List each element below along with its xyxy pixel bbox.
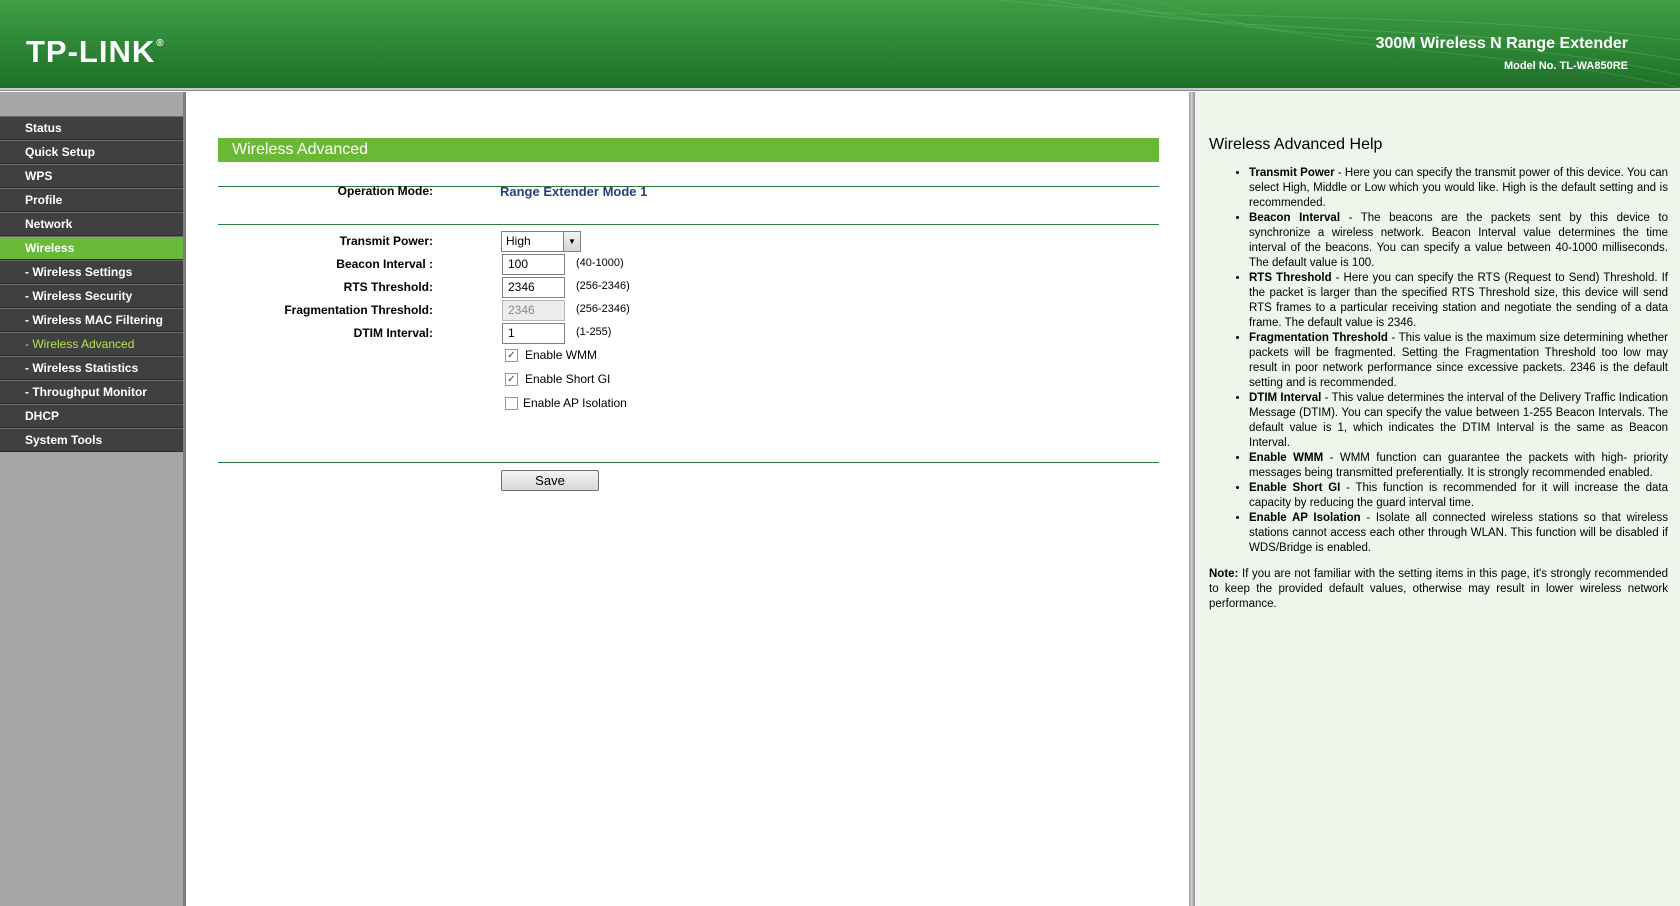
- enable-short-gi-label: Enable Short GI: [525, 372, 611, 386]
- transmit-power-select[interactable]: High ▼: [501, 231, 581, 252]
- sidebar-item-wireless-advanced[interactable]: - Wireless Advanced: [0, 332, 183, 356]
- chevron-down-icon[interactable]: ▼: [563, 232, 580, 251]
- header-banner: TP-LINK® 300M Wireless N Range Extender …: [0, 0, 1680, 88]
- sidebar-item-system-tools[interactable]: System Tools: [0, 428, 183, 452]
- enable-ap-isolation-checkbox[interactable]: [505, 397, 518, 410]
- fragmentation-threshold-range: (256-2346): [576, 303, 630, 315]
- sidebar-item-profile[interactable]: Profile: [0, 188, 183, 212]
- help-term: Transmit Power: [1249, 167, 1335, 179]
- operation-mode-value: Range Extender Mode 1: [500, 184, 648, 199]
- help-term: Beacon Interval: [1249, 212, 1341, 224]
- dtim-interval-range: (1-255): [576, 326, 612, 338]
- help-list: Transmit Power - Here you can specify th…: [1209, 166, 1668, 556]
- registered-mark: ®: [156, 38, 165, 49]
- fragmentation-threshold-input: 2346: [502, 300, 565, 321]
- tp-link-logo: TP-LINK®: [26, 34, 165, 70]
- help-term: Enable Short GI: [1249, 482, 1341, 494]
- model-number: Model No. TL-WA850RE: [1503, 60, 1628, 72]
- main-panel: Wireless Advanced Operation Mode: Range …: [189, 92, 1189, 906]
- help-item-rts-threshold: RTS Threshold - Here you can specify the…: [1249, 271, 1668, 331]
- dtim-interval-label: DTIM Interval:: [353, 326, 433, 340]
- sidebar-item-quick-setup[interactable]: Quick Setup: [0, 140, 183, 164]
- dtim-interval-input[interactable]: 1: [502, 323, 565, 344]
- enable-ap-isolation-label: Enable AP Isolation: [523, 396, 627, 410]
- help-term: Fragmentation Threshold: [1249, 332, 1388, 344]
- sidebar-item-wps[interactable]: WPS: [0, 164, 183, 188]
- sidebar-item-wireless-security[interactable]: - Wireless Security: [0, 284, 183, 308]
- help-term: Enable AP Isolation: [1249, 512, 1361, 524]
- sidebar-item-throughput-monitor[interactable]: - Throughput Monitor: [0, 380, 183, 404]
- sidebar-item-wireless[interactable]: Wireless: [0, 236, 183, 260]
- sidebar-item-wireless-settings[interactable]: - Wireless Settings: [0, 260, 183, 284]
- header-divider: [0, 88, 1680, 91]
- sidebar-item-wireless-mac-filtering[interactable]: - Wireless MAC Filtering: [0, 308, 183, 332]
- beacon-interval-label: Beacon Interval :: [336, 257, 433, 271]
- help-item-enable-short-gi: Enable Short GI - This function is recom…: [1249, 481, 1668, 511]
- beacon-interval-input[interactable]: 100: [502, 254, 565, 275]
- help-item-enable-wmm: Enable WMM - WMM function can guarantee …: [1249, 451, 1668, 481]
- save-button[interactable]: Save: [501, 470, 599, 491]
- rts-threshold-label: RTS Threshold:: [343, 280, 433, 294]
- help-term: RTS Threshold: [1249, 272, 1332, 284]
- help-title: Wireless Advanced Help: [1209, 136, 1383, 153]
- divider-line: [218, 224, 1159, 225]
- divider-line: [218, 462, 1159, 463]
- help-item-transmit-power: Transmit Power - Here you can specify th…: [1249, 166, 1668, 211]
- rts-threshold-input[interactable]: 2346: [502, 277, 565, 298]
- product-title: 300M Wireless N Range Extender: [1375, 35, 1628, 52]
- sidebar-menu: Status Quick Setup WPS Profile Network W…: [0, 116, 183, 452]
- enable-wmm-checkbox[interactable]: ✓: [505, 349, 518, 362]
- rts-threshold-range: (256-2346): [576, 280, 630, 292]
- enable-short-gi-checkbox[interactable]: ✓: [505, 373, 518, 386]
- help-note: Note: If you are not familiar with the s…: [1209, 567, 1668, 612]
- sidebar-item-dhcp[interactable]: DHCP: [0, 404, 183, 428]
- transmit-power-selected-value: High: [506, 234, 531, 248]
- transmit-power-label: Transmit Power:: [339, 234, 433, 248]
- beacon-interval-range: (40-1000): [576, 257, 624, 269]
- enable-wmm-label: Enable WMM: [525, 348, 598, 362]
- page-title: Wireless Advanced: [218, 138, 1159, 162]
- sidebar: Status Quick Setup WPS Profile Network W…: [0, 92, 186, 906]
- help-note-label: Note:: [1209, 568, 1239, 580]
- sidebar-item-wireless-statistics[interactable]: - Wireless Statistics: [0, 356, 183, 380]
- help-item-enable-ap-isolation: Enable AP Isolation - Isolate all connec…: [1249, 511, 1668, 556]
- help-item-fragmentation-threshold: Fragmentation Threshold - This value is …: [1249, 331, 1668, 391]
- help-term: DTIM Interval: [1249, 392, 1322, 404]
- operation-mode-label: Operation Mode:: [337, 184, 433, 198]
- help-term: Enable WMM: [1249, 452, 1324, 464]
- fragmentation-threshold-label: Fragmentation Threshold:: [284, 303, 433, 317]
- logo-text: TP-LINK: [26, 34, 156, 69]
- help-item-beacon-interval: Beacon Interval - The beacons are the pa…: [1249, 211, 1668, 271]
- sidebar-item-network[interactable]: Network: [0, 212, 183, 236]
- help-item-dtim-interval: DTIM Interval - This value determines th…: [1249, 391, 1668, 451]
- help-note-text: If you are not familiar with the setting…: [1209, 568, 1668, 610]
- sidebar-item-status[interactable]: Status: [0, 116, 183, 140]
- help-panel: Wireless Advanced Help Transmit Power - …: [1195, 92, 1680, 906]
